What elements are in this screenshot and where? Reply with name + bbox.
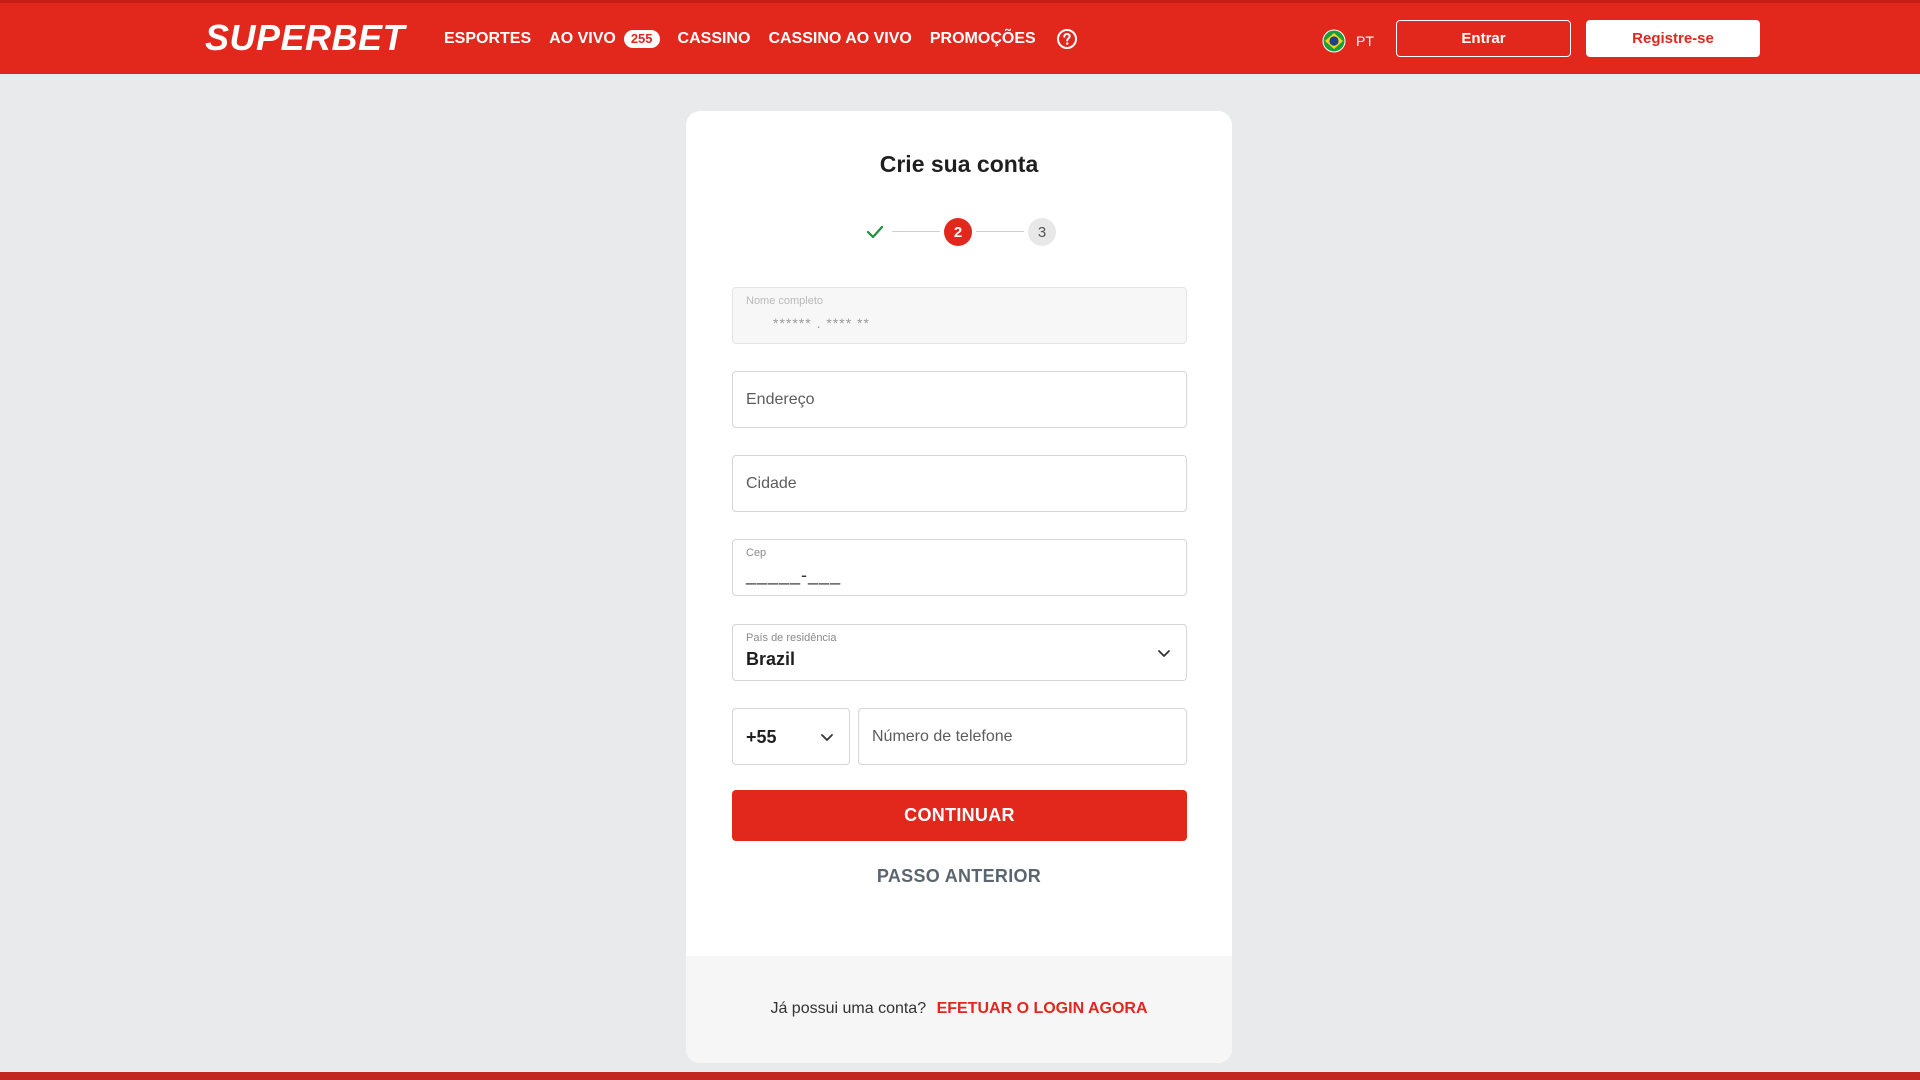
brazil-flag-icon [1322,29,1346,53]
step-next: 3 [1028,218,1056,246]
phone-code-select[interactable]: +55 [732,708,850,765]
step-current: 2 [944,218,972,246]
step-connector [976,231,1024,232]
nav-item-cassino-ao-vivo[interactable]: CASSINO AO VIVO [768,27,911,51]
top-navigation-bar: SUPERBET ESPORTES AO VIVO 255 CASSINO CA… [0,0,1920,74]
cep-field[interactable]: Cep _____-___ [732,539,1187,596]
nav-item-esportes[interactable]: ESPORTES [444,27,531,51]
nav-item-label: AO VIVO [549,30,616,47]
previous-step-button[interactable]: PASSO ANTERIOR [686,866,1232,887]
superbet-logo[interactable]: SUPERBET [205,18,405,58]
card-footer: Já possui uma conta? EFETUAR O LOGIN AGO… [686,956,1232,1063]
question-circle-icon[interactable] [1056,28,1078,50]
nav-item-label: ESPORTES [444,30,532,47]
registration-stepper: 2 3 [862,217,1058,247]
country-value: Brazil [746,649,796,669]
chevron-down-icon [821,734,833,741]
country-select[interactable]: País de residência Brazil [732,624,1187,681]
address-placeholder: Endereço [746,391,815,408]
registration-card: Crie sua conta 2 3 Nome completo ****** … [686,111,1232,1063]
login-now-link[interactable]: EFETUAR O LOGIN AGORA [937,1000,1148,1017]
register-button[interactable]: Registre-se [1586,20,1760,57]
login-button[interactable]: Entrar [1396,20,1571,57]
cep-label: Cep [746,547,767,559]
nav-item-label: CASSINO [677,30,751,47]
nav-item-cassino[interactable]: CASSINO [678,27,751,51]
bottom-accent-bar [0,1072,1920,1080]
nav-item-label: PROMOÇÕES [929,30,1036,47]
address-field[interactable]: Endereço [732,371,1187,428]
city-placeholder: Cidade [746,475,797,492]
nav-item-promocoes[interactable]: PROMOÇÕES [930,27,1036,51]
continue-button[interactable]: CONTINUAR [732,790,1187,841]
live-count-badge: 255 [623,30,660,48]
country-label: País de residência [746,632,837,644]
nav-item-label: CASSINO AO VIVO [768,30,912,47]
login-prompt-text: Já possui uma conta? [770,1000,927,1017]
language-code: PT [1356,33,1374,49]
full-name-masked-value: ****** . **** ** [773,315,870,331]
phone-number-field[interactable]: Número de telefone [858,708,1187,765]
city-field[interactable]: Cidade [732,455,1187,512]
full-name-label: Nome completo [746,295,824,307]
chevron-down-icon [1158,650,1170,657]
cep-mask: _____-___ [746,565,842,585]
check-icon [866,225,884,239]
phone-code-value: +55 [746,727,777,747]
full-name-field[interactable]: Nome completo ****** . **** ** [732,287,1187,344]
nav-item-ao-vivo[interactable]: AO VIVO 255 [549,27,660,51]
language-selector[interactable]: PT [1322,29,1374,53]
phone-number-placeholder: Número de telefone [872,728,1013,745]
step-connector [892,231,940,232]
login-prompt: Já possui uma conta? EFETUAR O LOGIN AGO… [686,1000,1232,1018]
main-nav: ESPORTES AO VIVO 255 CASSINO CASSINO AO … [444,27,1078,51]
page-title: Crie sua conta [879,151,1039,177]
